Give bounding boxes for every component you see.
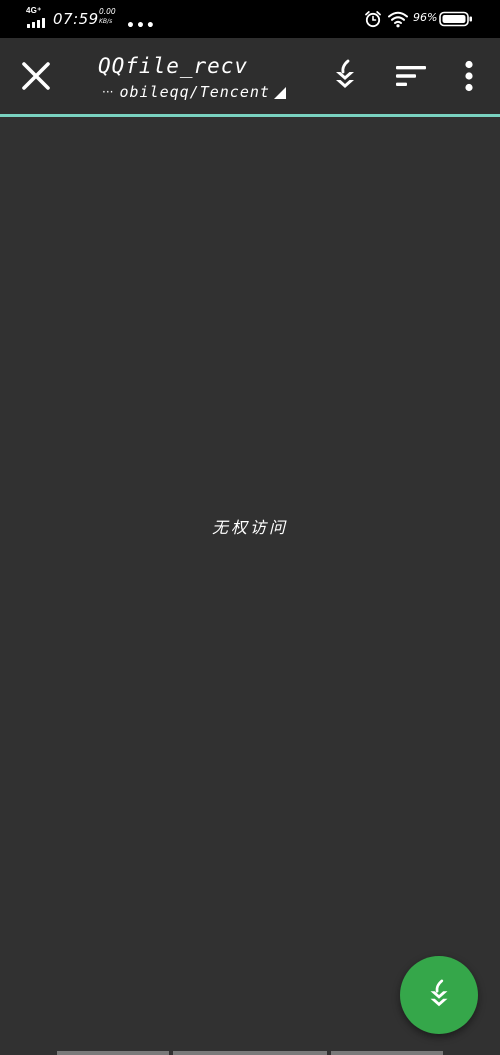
path-ellipsis: ···: [102, 85, 114, 99]
more-vert-icon: [465, 60, 473, 92]
signal-icon: [27, 18, 47, 28]
overflow-menu-button[interactable]: [452, 56, 486, 96]
download-arrow-icon: [430, 979, 448, 1007]
net-speed-value: 0.00: [99, 7, 116, 16]
folder-path: obileqq/Tencent: [119, 83, 270, 101]
file-list-area: 无权访问: [0, 117, 500, 1055]
nav-indicator-left: [57, 1051, 169, 1055]
folder-title-block[interactable]: QQfile_recv ··· obileqq/Tencent: [96, 52, 316, 104]
download-arrow-icon: [336, 59, 354, 88]
folder-title: QQfile_recv: [98, 54, 249, 78]
app-toolbar: QQfile_recv ··· obileqq/Tencent: [0, 38, 500, 114]
wifi-icon: [388, 11, 408, 28]
dropdown-triangle-icon: [273, 87, 286, 99]
close-button[interactable]: [14, 54, 58, 98]
download-fab[interactable]: [400, 956, 478, 1034]
sort-button[interactable]: [390, 56, 432, 96]
network-type: 4G⁺: [26, 6, 42, 15]
more-notifications-indicator: •••: [126, 18, 156, 34]
battery-icon: [439, 11, 472, 27]
sort-icon: [396, 66, 426, 86]
nav-indicator-right: [331, 1051, 443, 1055]
net-speed-unit: KB/s: [99, 18, 113, 25]
empty-state-message: 无权访问: [211, 518, 288, 537]
battery-percent: 96%: [413, 11, 438, 24]
folder-path-selector[interactable]: ··· obileqq/Tencent: [102, 82, 287, 102]
close-icon: [22, 62, 50, 90]
status-right: 96%: [350, 0, 500, 38]
status-bar: 4G⁺ 07:59 0.00 KB/s ••• 96%: [0, 0, 500, 38]
download-button[interactable]: [326, 56, 364, 96]
nav-indicator-center: [173, 1051, 327, 1055]
clock-time: 07:59: [53, 10, 99, 28]
alarm-icon: [365, 11, 381, 28]
